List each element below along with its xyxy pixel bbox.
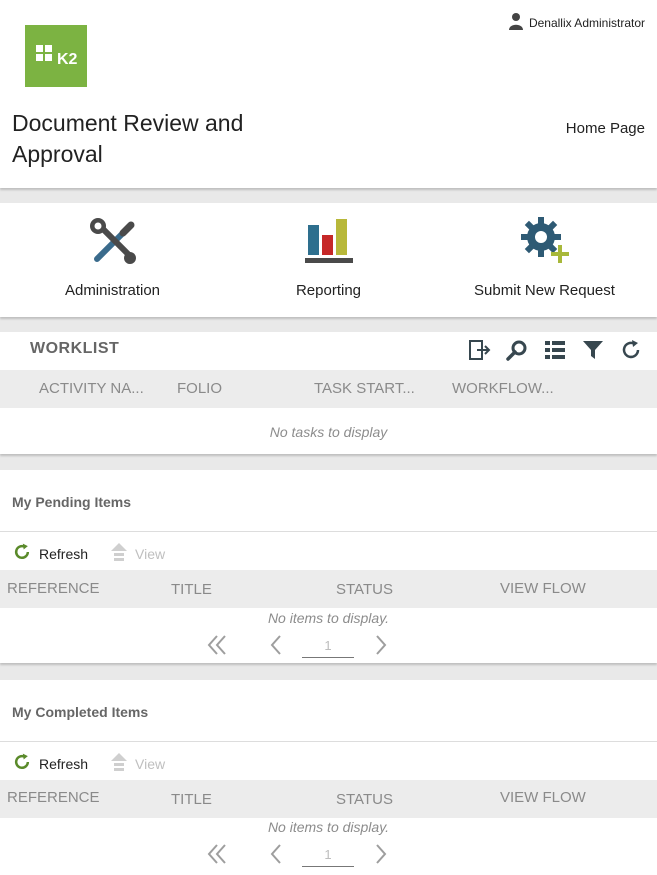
tile-label: Submit New Request: [474, 282, 615, 299]
user-name: Denallix Administrator: [528, 15, 645, 30]
pending-view-button[interactable]: View: [110, 542, 165, 565]
next-page-icon[interactable]: [373, 842, 389, 871]
refresh-icon: [12, 542, 32, 565]
bar-chart-icon: [303, 215, 355, 267]
filter-icon[interactable]: [581, 338, 605, 362]
pending-pager: 1: [0, 630, 657, 660]
refresh-icon: [12, 752, 32, 775]
completed-column-headers: REFERENCE TITLE STATUS VIEW FLOW: [0, 780, 657, 818]
pending-items-title: My Pending Items: [12, 494, 132, 510]
user-menu[interactable]: Denallix Administrator: [508, 12, 645, 33]
view-icon: [110, 542, 128, 565]
completed-items-panel: My Completed Items Refresh View REFERENC…: [0, 680, 657, 875]
gear-plus-icon: [519, 215, 571, 267]
column-header-reference[interactable]: REFERENCE: [7, 789, 100, 806]
pending-column-headers: REFERENCE TITLE STATUS VIEW FLOW: [0, 570, 657, 608]
completed-pager: 1: [0, 839, 657, 869]
worklist-title: WORKLIST: [30, 340, 120, 357]
nav-tiles: Administration Reporting Submit New Requ…: [0, 203, 657, 317]
worklist-empty-message: No tasks to display: [269, 424, 388, 440]
pending-toolbar: Refresh View: [12, 542, 187, 565]
k2-logo[interactable]: K2: [25, 25, 87, 87]
view-label: View: [135, 755, 166, 772]
worklist-column-headers: ACTIVITY NA... FOLIO TASK START... WORKF…: [0, 370, 657, 408]
list-view-icon[interactable]: [543, 338, 567, 362]
next-page-icon[interactable]: [373, 633, 389, 662]
divider: [0, 531, 657, 532]
export-icon[interactable]: [467, 338, 491, 362]
column-header-task-start[interactable]: TASK START...: [314, 380, 415, 397]
refresh-label: Refresh: [39, 545, 89, 562]
worklist-panel: WORKLIST ACTIVITY NA... FOLIO TASK START…: [0, 332, 657, 454]
tile-submit-new-request[interactable]: Submit New Request: [472, 203, 617, 317]
refresh-label: Refresh: [39, 755, 89, 772]
tile-label: Reporting: [295, 282, 362, 299]
pending-empty-message: No items to display.: [267, 610, 390, 626]
column-header-reference[interactable]: REFERENCE: [7, 580, 100, 597]
completed-refresh-button[interactable]: Refresh: [12, 752, 88, 775]
tile-reporting[interactable]: Reporting: [256, 203, 401, 317]
column-header-folio[interactable]: FOLIO: [177, 380, 222, 397]
search-icon[interactable]: [505, 338, 529, 362]
pending-refresh-button[interactable]: Refresh: [12, 542, 88, 565]
page-number[interactable]: 1: [302, 843, 354, 867]
header: K2 Denallix Administrator Document Revie…: [0, 0, 657, 188]
column-header-view-flow[interactable]: VIEW FLOW: [500, 789, 586, 806]
column-header-view-flow[interactable]: VIEW FLOW: [500, 580, 586, 597]
column-header-status[interactable]: STATUS: [336, 581, 393, 598]
user-icon: [508, 12, 523, 33]
logo-text: K2: [57, 51, 78, 68]
view-icon: [110, 752, 128, 775]
completed-view-button[interactable]: View: [110, 752, 165, 775]
tile-administration[interactable]: Administration: [40, 203, 185, 317]
home-page-link[interactable]: Home Page: [566, 120, 645, 137]
column-header-activity[interactable]: ACTIVITY NA...: [39, 380, 144, 397]
page-title: Document Review and Approval: [12, 110, 244, 167]
column-header-workflow[interactable]: WORKFLOW...: [452, 380, 554, 397]
worklist-toolbar: [467, 338, 643, 362]
divider: [0, 741, 657, 742]
refresh-icon[interactable]: [619, 338, 643, 362]
previous-page-icon[interactable]: [268, 633, 284, 662]
column-header-title[interactable]: TITLE: [171, 791, 212, 808]
previous-page-icon[interactable]: [268, 842, 284, 871]
first-page-icon[interactable]: [205, 633, 229, 662]
tile-label: Administration: [64, 282, 161, 299]
tools-icon: [87, 215, 139, 267]
view-label: View: [135, 545, 166, 562]
pending-items-panel: My Pending Items Refresh View REFERENCE …: [0, 470, 657, 663]
completed-toolbar: Refresh View: [12, 752, 187, 775]
page-number[interactable]: 1: [302, 634, 354, 658]
first-page-icon[interactable]: [205, 842, 229, 871]
completed-empty-message: No items to display.: [267, 819, 390, 835]
completed-items-title: My Completed Items: [12, 704, 149, 720]
column-header-title[interactable]: TITLE: [171, 581, 212, 598]
column-header-status[interactable]: STATUS: [336, 791, 393, 808]
